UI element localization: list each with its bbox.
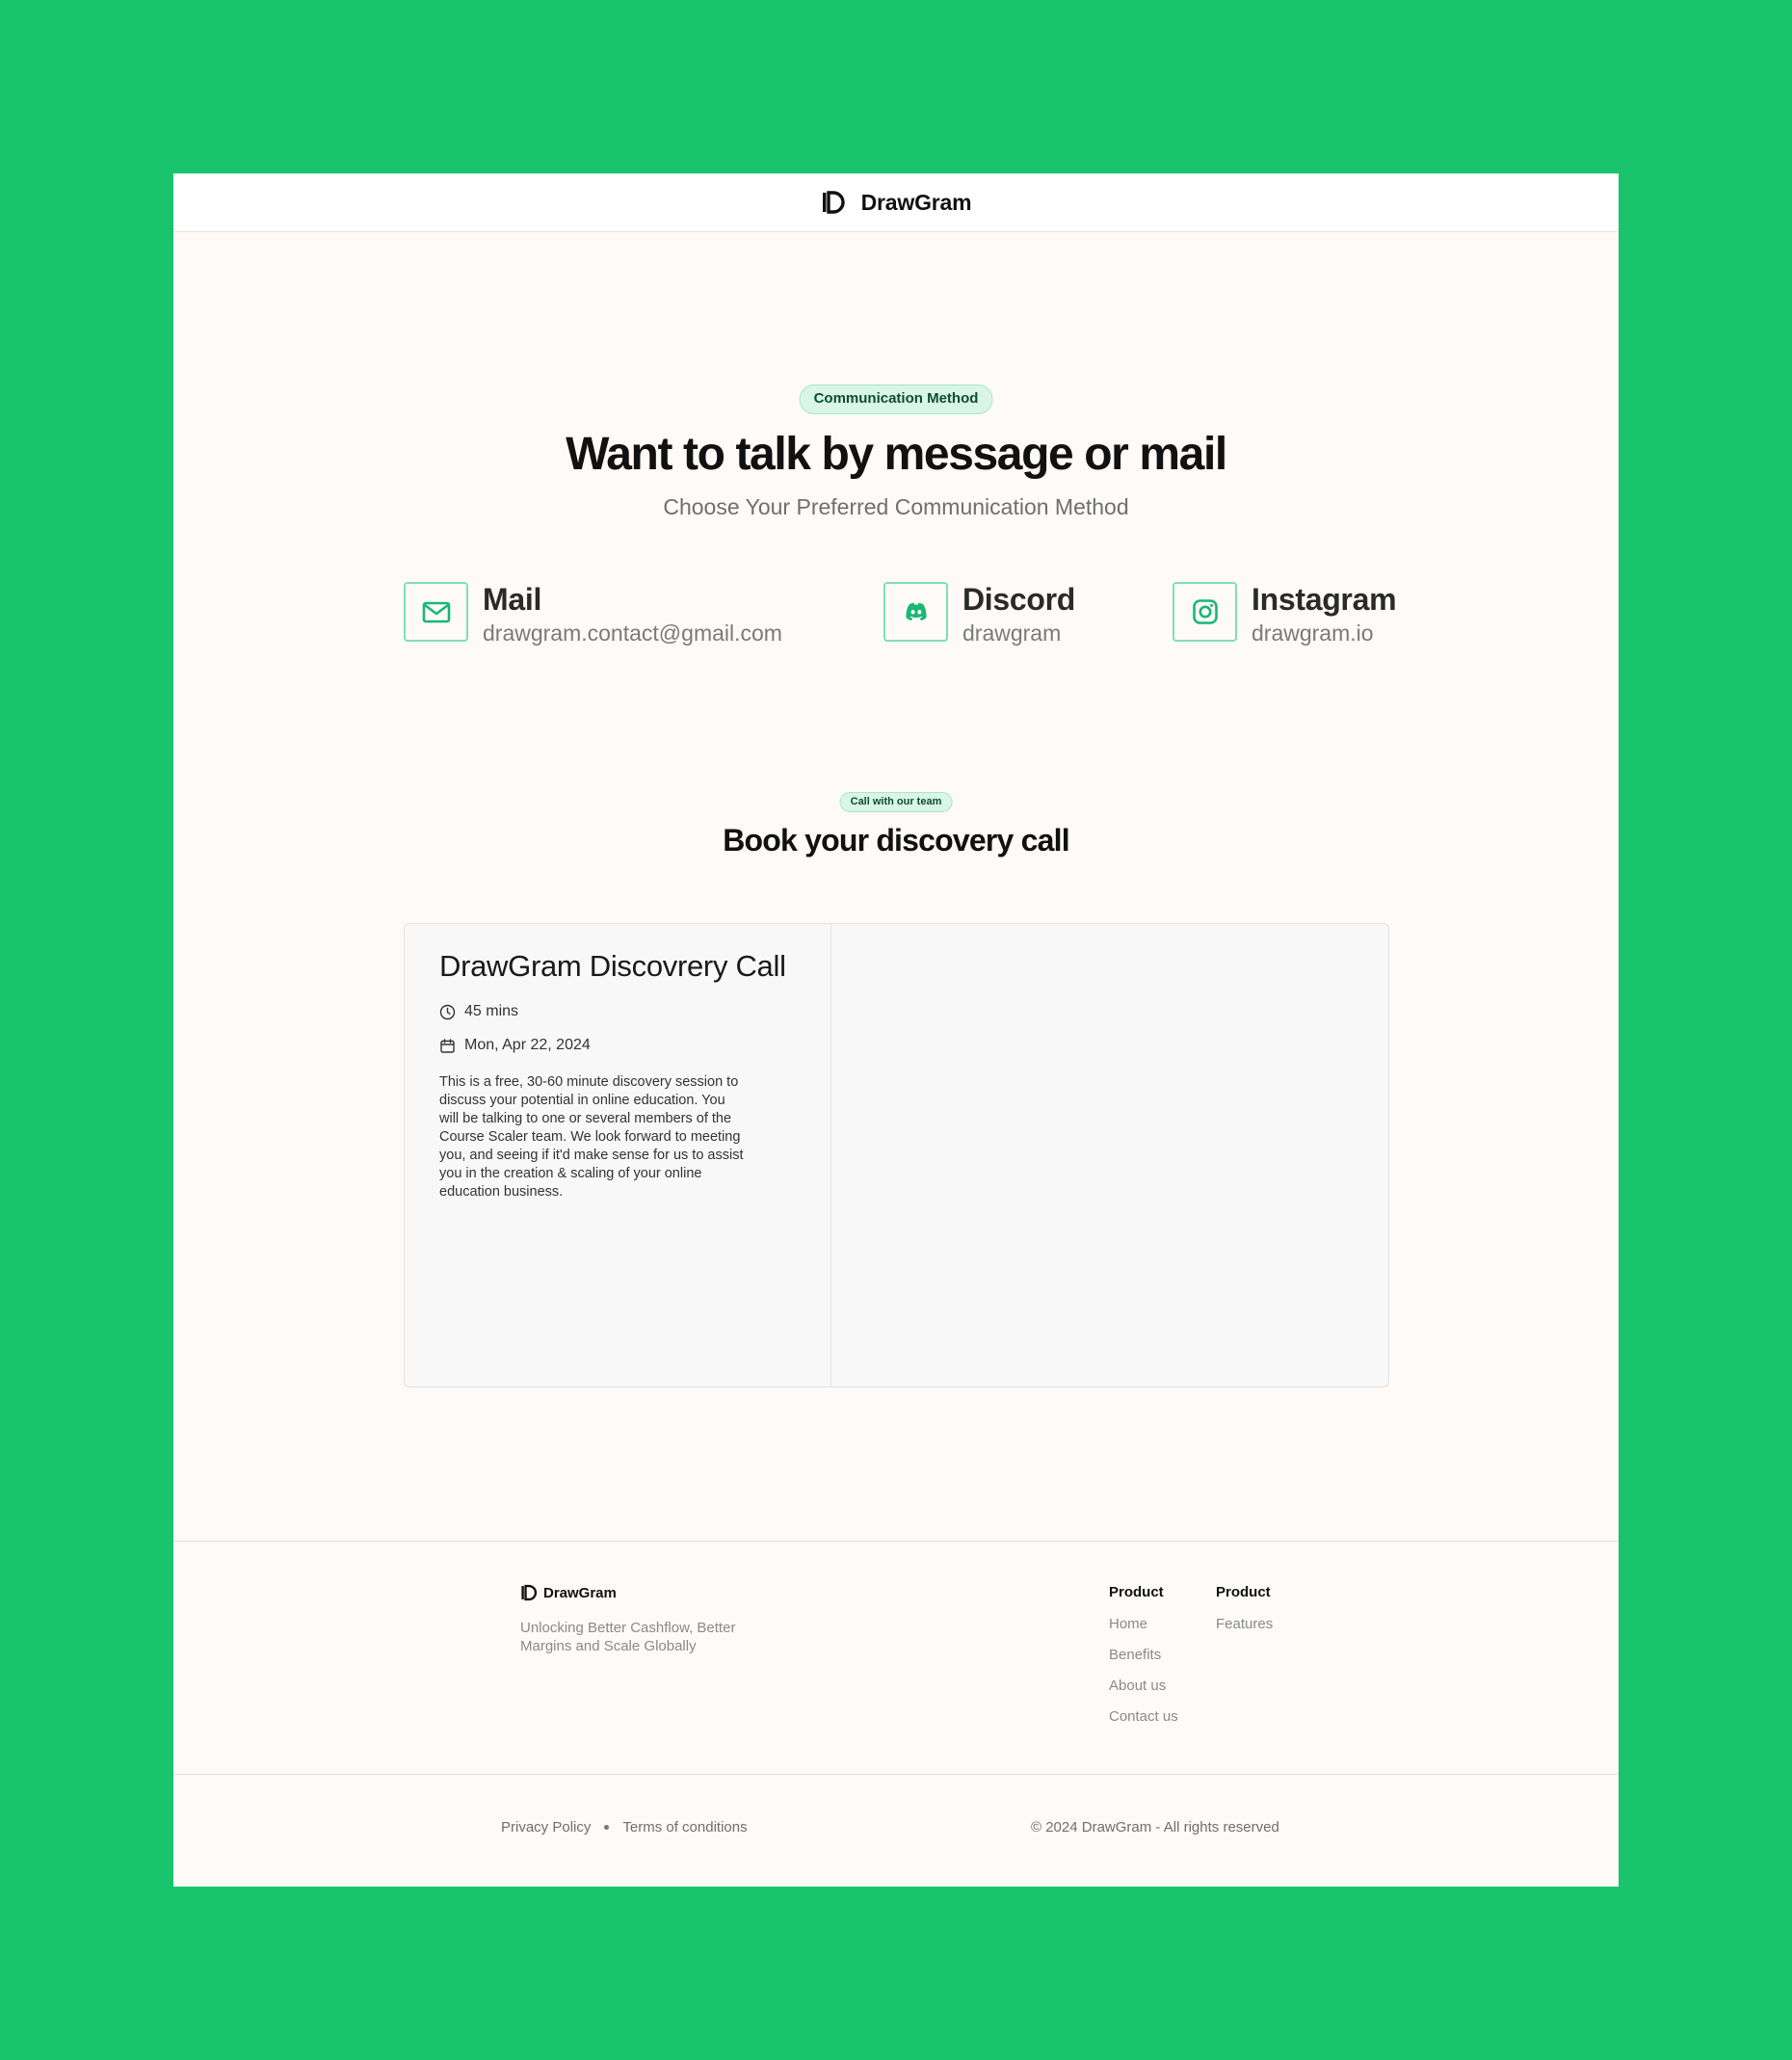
instagram-method-name: Instagram [1252, 582, 1397, 617]
footer-column-heading: Product [1216, 1584, 1271, 1600]
contact-method-instagram[interactable]: Instagram drawgram.io [1173, 582, 1397, 647]
event-description: This is a free, 30-60 minute discovery s… [439, 1074, 744, 1200]
footer-link-about-us[interactable]: About us [1109, 1677, 1178, 1694]
discord-icon-box [883, 582, 948, 642]
calendar-icon [440, 1038, 455, 1053]
page-frame: DrawGram Communication Method Want to ta… [173, 173, 1619, 1887]
footer-brand-name: DrawGram [543, 1584, 617, 1601]
separator-dot [604, 1825, 610, 1830]
instagram-icon [1192, 599, 1218, 624]
communication-method-badge: Communication Method [799, 384, 993, 414]
event-duration-text: 45 mins [464, 1003, 519, 1019]
footer-column-product-2: Product Features [1216, 1584, 1273, 1647]
discord-icon [905, 602, 927, 621]
drawgram-logo-icon[interactable] [821, 190, 846, 215]
clock-icon [439, 1004, 456, 1019]
site-header: DrawGram [173, 173, 1619, 232]
site-brand-name[interactable]: DrawGram [861, 190, 972, 216]
copyright-text: © 2024 DrawGram - All rights reserved [1031, 1819, 1279, 1836]
instagram-icon-box [1173, 582, 1237, 642]
contact-title: Want to talk by message or mail [566, 429, 1227, 480]
footer-link-contact-us[interactable]: Contact us [1109, 1708, 1178, 1725]
footer-link-home[interactable]: Home [1109, 1616, 1178, 1632]
contact-subtitle: Choose Your Preferred Communication Meth… [663, 494, 1129, 519]
discord-method-value[interactable]: drawgram [962, 619, 1075, 647]
footer-column-heading: Product [1109, 1584, 1164, 1600]
contact-method-discord[interactable]: Discord drawgram [883, 582, 1075, 647]
footer-link-benefits[interactable]: Benefits [1109, 1647, 1178, 1663]
terms-link[interactable]: Terms of conditions [622, 1819, 747, 1836]
discord-method-name: Discord [962, 582, 1076, 617]
footer-link-features[interactable]: Features [1216, 1616, 1273, 1632]
event-date: Mon, Apr 22, 2024 [439, 1037, 796, 1054]
mail-method-value[interactable]: drawgram.contact@gmail.com [483, 619, 782, 647]
booking-event-details: DrawGram Discovrery Call 45 mins Mon, Ap… [405, 924, 831, 1387]
drawgram-logo-icon [521, 1584, 538, 1601]
booking-calendar-panel[interactable] [831, 924, 1388, 1387]
legal-links: Privacy Policy Terms of conditions [501, 1819, 748, 1836]
event-date-text: Mon, Apr 22, 2024 [464, 1037, 591, 1053]
contact-method-mail[interactable]: Mail drawgram.contact@gmail.com [404, 582, 782, 647]
mail-icon-box [404, 582, 468, 642]
footer: DrawGram Unlocking Better Cashflow, Bett… [173, 1541, 1619, 1775]
privacy-policy-link[interactable]: Privacy Policy [501, 1819, 591, 1836]
mail-icon [422, 601, 450, 623]
footer-column-product: Product Home Benefits About us Contact u… [1109, 1584, 1178, 1739]
event-duration: 45 mins [439, 1003, 796, 1020]
footer-bottom-bar: Privacy Policy Terms of conditions © 202… [173, 1775, 1619, 1887]
footer-tagline: Unlocking Better Cashflow, Better Margin… [520, 1620, 736, 1654]
footer-brand[interactable]: DrawGram [520, 1584, 617, 1601]
booking-title: Book your discovery call [723, 823, 1069, 858]
instagram-method-value[interactable]: drawgram.io [1252, 619, 1396, 647]
booking-widget: DrawGram Discovrery Call 45 mins Mon, Ap… [404, 923, 1389, 1387]
call-team-badge: Call with our team [839, 792, 953, 812]
mail-method-name: Mail [483, 582, 542, 617]
event-title: DrawGram Discovrery Call [439, 949, 786, 983]
